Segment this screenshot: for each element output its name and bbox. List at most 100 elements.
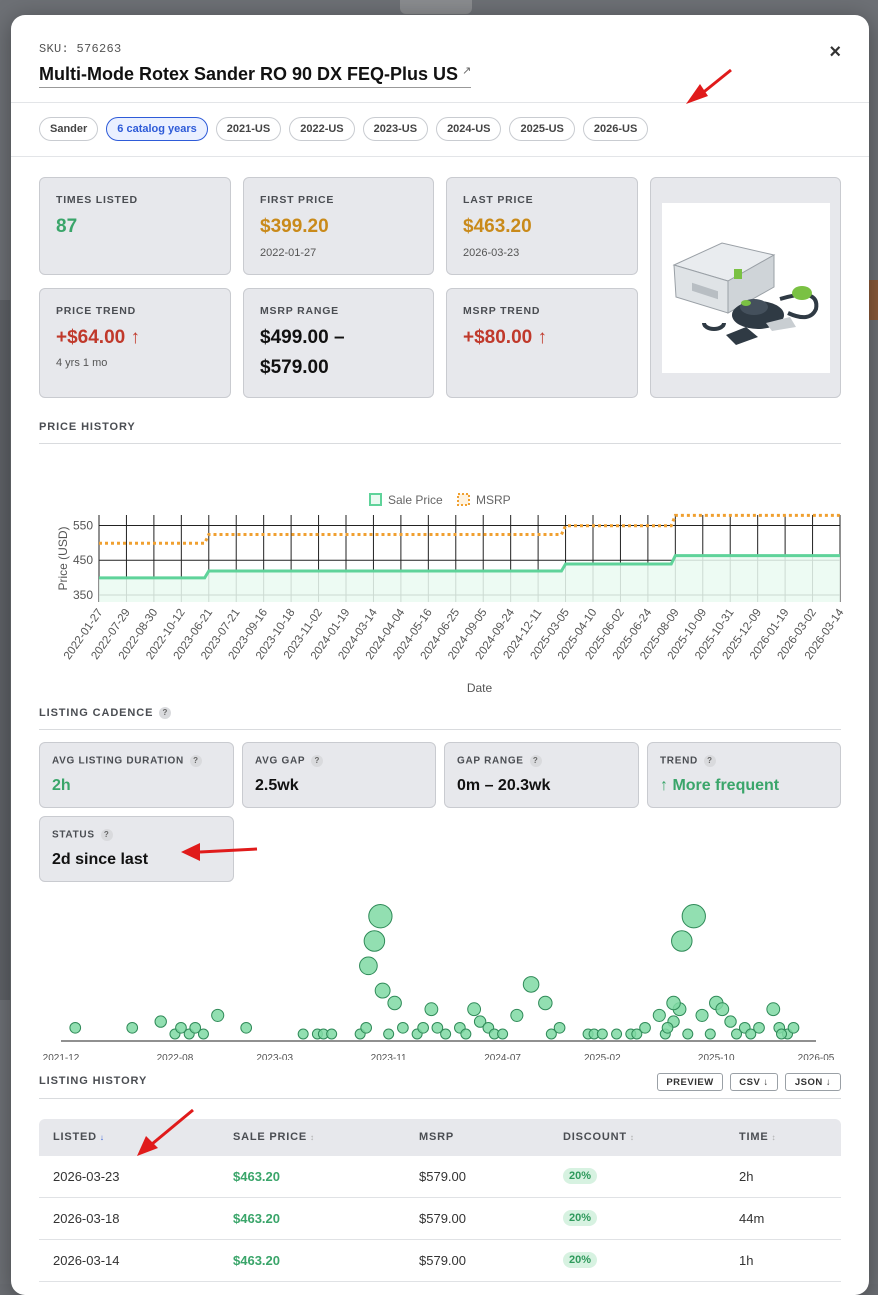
cell-msrp: $579.00 (419, 1253, 466, 1268)
table-row[interactable]: 2026-03-14 $463.20 $579.00 20% 1h (39, 1240, 841, 1282)
sku-label: SKU: 576263 (39, 42, 122, 56)
cadence-bubble (497, 1028, 509, 1040)
preview-button[interactable]: PREVIEW (657, 1073, 723, 1091)
stat-value: +$64.00 ↑ (56, 327, 140, 348)
cadence-bubble (197, 1028, 209, 1040)
stat-label: FIRST PRICE (260, 194, 335, 206)
chip-year-2021[interactable]: 2021-US (215, 117, 282, 141)
cell-time: 2h (739, 1169, 754, 1184)
help-icon[interactable]: ? (311, 755, 324, 767)
backdrop-panel (868, 280, 878, 320)
cell-msrp: $579.00 (419, 1211, 466, 1226)
metric-card-avg-listing-duration: AVG LISTING DURATION? 2h (39, 742, 234, 808)
column-header-text: DISCOUNT (563, 1131, 627, 1143)
cadence-bubble (695, 1008, 709, 1022)
json-download-button[interactable]: JSON ↓ (785, 1073, 841, 1091)
stat-label: MSRP TREND (463, 305, 541, 317)
table-row[interactable]: 2026-03-23 $463.20 $579.00 20% 2h (39, 1156, 841, 1198)
theme-toggle[interactable] (400, 0, 472, 14)
chip-year-2022[interactable]: 2022-US (289, 117, 355, 141)
cadence-x-tick: 2026-05 (798, 1053, 835, 1060)
metric-value: ↑ More frequent (660, 777, 780, 794)
msrp-line (99, 513, 840, 545)
listing-cadence-bubble-chart: 2021-12 2022-08 2023-03 2023-11 2024-07 2025-… (43, 904, 835, 1060)
stat-label: TIMES LISTED (56, 194, 138, 206)
metric-card-status: STATUS? 2d since last (39, 816, 234, 882)
product-image[interactable] (661, 202, 830, 373)
legend-swatch-sale (369, 493, 382, 506)
metric-label-text: AVG LISTING DURATION (52, 755, 184, 767)
cadence-bubble (704, 1028, 716, 1040)
product-title-link[interactable]: Multi-Mode Rotex Sander RO 90 DX FEQ-Plu… (39, 64, 472, 88)
chip-year-2026[interactable]: 2026-US (582, 117, 649, 141)
cell-time: 44m (739, 1211, 765, 1226)
cell-sale-price: $463.20 (233, 1211, 280, 1226)
cadence-bubble (383, 1028, 395, 1040)
price-history-chart: Sale Price MSRP350450550Price (USD)2022-0… (56, 493, 847, 695)
help-icon[interactable]: ? (703, 755, 716, 767)
column-header-time[interactable]: TIME ↕ (739, 1131, 776, 1143)
stat-subtext: 2022-01-27 (260, 247, 317, 259)
metric-value: 2d since last (52, 851, 149, 868)
cadence-bubble (776, 1028, 788, 1040)
cadence-bubble (467, 1002, 482, 1017)
backdrop-panel (0, 300, 10, 1000)
column-header-sale-price[interactable]: SALE PRICE ↕ (233, 1131, 315, 1143)
table-header: LISTED ↓ SALE PRICE ↕ MSRP DISCOUNT ↕ TIME ↕ (39, 1119, 841, 1156)
cadence-x-tick: 2025-10 (698, 1053, 735, 1060)
cadence-bubble (374, 982, 391, 999)
cadence-bubble (538, 995, 553, 1011)
chip-year-2023[interactable]: 2023-US (362, 117, 429, 141)
section-title-price-history: PRICE HISTORY (39, 421, 136, 433)
close-icon[interactable]: × (829, 41, 841, 64)
sort-desc-icon: ↓ (99, 1133, 105, 1142)
stat-label: LAST PRICE (463, 194, 534, 206)
cadence-bubble (724, 1015, 737, 1028)
cadence-bubble (424, 1002, 439, 1017)
help-icon[interactable]: ? (159, 707, 172, 720)
stat-value: 87 (56, 216, 78, 237)
cell-sale-price: $463.20 (233, 1253, 280, 1268)
stat-card-msrp-range: MSRP RANGE $499.00 – $579.00 (243, 288, 434, 398)
y-tick-label: 550 (73, 518, 93, 532)
chip-year-2024[interactable]: 2024-US (436, 117, 502, 141)
help-icon[interactable]: ? (529, 755, 542, 767)
column-header-msrp[interactable]: MSRP (419, 1131, 454, 1143)
column-header-discount[interactable]: DISCOUNT ↕ (563, 1131, 635, 1143)
cadence-x-tick: 2024-07 (484, 1053, 521, 1060)
table-row[interactable]: 2026-03-18 $463.20 $579.00 20% 44m (39, 1198, 841, 1240)
metric-label: TREND? (660, 755, 716, 767)
stat-card-times-listed: TIMES LISTED 87 (39, 177, 231, 275)
column-header-listed[interactable]: LISTED ↓ (53, 1131, 105, 1143)
y-tick-label: 350 (73, 588, 93, 602)
cell-sale-price: $463.20 (233, 1169, 280, 1184)
cadence-bubble (397, 1021, 409, 1034)
cadence-bubble (671, 930, 693, 952)
cadence-x-tick: 2021-12 (43, 1053, 80, 1060)
help-icon[interactable]: ? (100, 829, 113, 841)
cell-msrp: $579.00 (419, 1169, 466, 1184)
cadence-bubble (240, 1021, 253, 1034)
product-detail-modal: SKU: 576263 Multi-Mode Rotex Sander RO 9… (11, 15, 869, 1295)
help-icon[interactable]: ? (189, 755, 202, 767)
divider (39, 1098, 841, 1099)
divider (39, 729, 841, 730)
csv-download-button[interactable]: CSV ↓ (730, 1073, 778, 1091)
stat-value: +$80.00 ↑ (463, 327, 547, 348)
discount-badge: 20% (563, 1210, 598, 1226)
cadence-bubble (553, 1021, 566, 1034)
cadence-bubble (359, 956, 378, 976)
column-header-text: SALE PRICE (233, 1131, 308, 1143)
metric-label-text: AVG GAP (255, 755, 306, 767)
cadence-bubble (753, 1021, 765, 1034)
stat-subtext: 2026-03-23 (463, 247, 520, 259)
stat-value: $463.20 (463, 216, 532, 237)
stat-value: $399.20 (260, 216, 329, 237)
stat-card-last-price: LAST PRICE $463.20 2026-03-23 (446, 177, 638, 275)
chip-catalog-years[interactable]: 6 catalog years (106, 117, 208, 141)
divider (39, 443, 841, 444)
chip-year-2025[interactable]: 2025-US (509, 117, 575, 141)
cadence-bubble (126, 1021, 139, 1034)
metric-label: AVG LISTING DURATION? (52, 755, 202, 767)
chip-category[interactable]: Sander (39, 117, 99, 141)
